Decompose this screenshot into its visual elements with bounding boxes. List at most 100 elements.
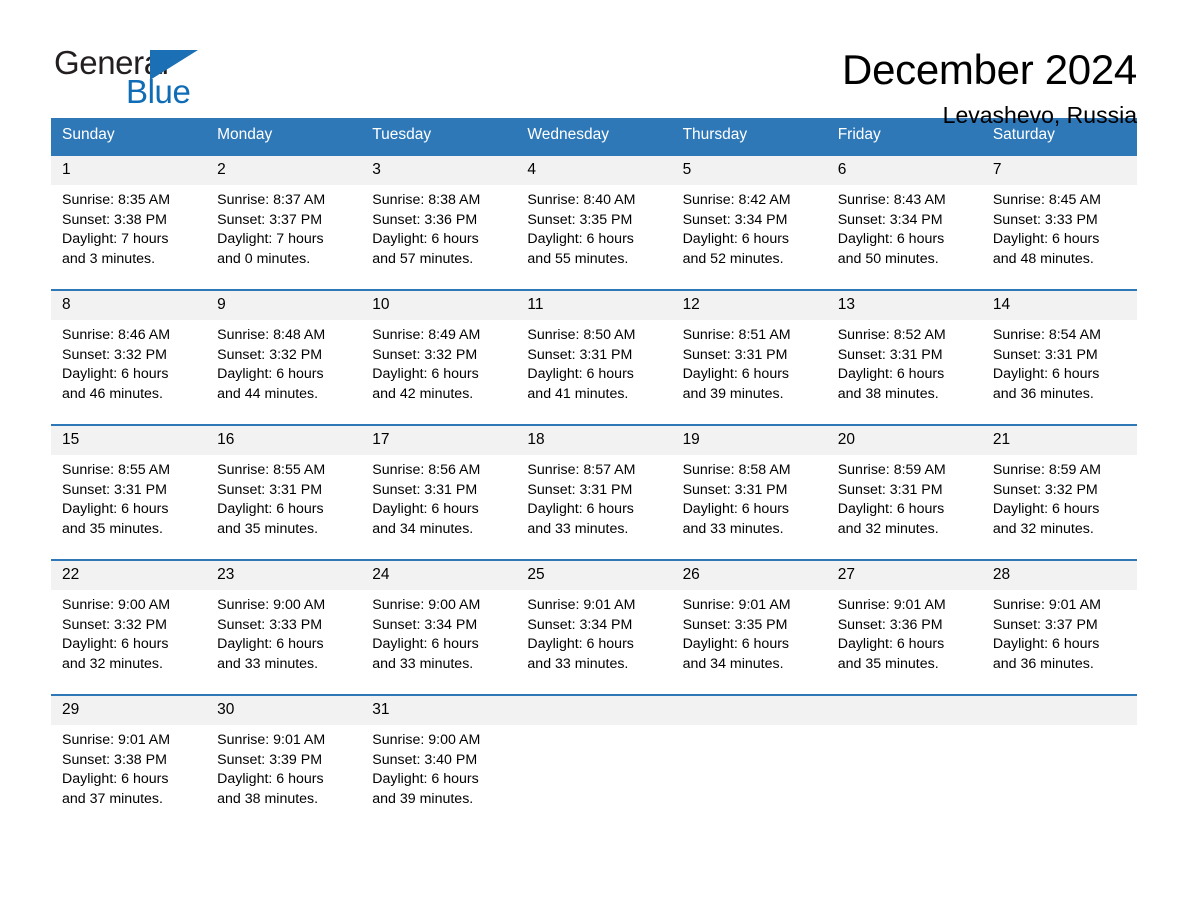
sunset-text: Sunset: 3:38 PM: [62, 751, 167, 768]
daylight-text-line1: Daylight: 6 hours: [217, 366, 324, 383]
weekday-header-tuesday: Tuesday: [372, 126, 432, 143]
weekday-header-friday: Friday: [837, 126, 881, 143]
day-cell[interactable]: 6 Sunrise: 8:43 AM Sunset: 3:34 PM Dayli…: [826, 155, 982, 289]
sunrise-text: Sunrise: 8:59 AM: [992, 461, 1101, 478]
sunrise-text: Sunrise: 8:51 AM: [682, 326, 791, 343]
daylight-text-line1: Daylight: 6 hours: [682, 366, 790, 383]
day-number: 14: [981, 290, 1137, 320]
daylight-text-line2: and 38 minutes.: [217, 791, 319, 808]
sunrise-text: Sunrise: 9:01 AM: [682, 596, 791, 613]
sunrise-text: Sunrise: 8:54 AM: [992, 326, 1101, 343]
day-cell[interactable]: 18 Sunrise: 8:57 AM Sunset: 3:31 PM Dayl…: [516, 425, 672, 559]
day-info: Sunrise: 8:54 AM Sunset: 3:31 PM Dayligh…: [982, 320, 1137, 406]
daylight-text-line1: Daylight: 6 hours: [372, 501, 479, 518]
day-info: Sunrise: 8:48 AM Sunset: 3:32 PM Dayligh…: [206, 320, 361, 406]
day-cell[interactable]: 24 Sunrise: 9:00 AM Sunset: 3:34 PM Dayl…: [361, 560, 517, 694]
sunrise-text: Sunrise: 8:55 AM: [217, 461, 326, 478]
day-cell[interactable]: 1 Sunrise: 8:35 AM Sunset: 3:38 PM Dayli…: [51, 155, 207, 289]
daylight-text-line2: and 33 minutes.: [527, 521, 629, 538]
sunset-text: Sunset: 3:37 PM: [992, 616, 1098, 633]
day-info: Sunrise: 8:58 AM Sunset: 3:31 PM Dayligh…: [672, 455, 827, 541]
sunset-text: Sunset: 3:31 PM: [682, 346, 788, 363]
daylight-text-line2: and 35 minutes.: [62, 521, 163, 538]
day-info: Sunrise: 8:45 AM Sunset: 3:33 PM Dayligh…: [982, 185, 1137, 271]
day-cell[interactable]: 15 Sunrise: 8:55 AM Sunset: 3:31 PM Dayl…: [51, 425, 207, 559]
day-number: 4: [516, 155, 672, 185]
daylight-text-line2: and 44 minutes.: [217, 386, 319, 403]
day-cell[interactable]: 7 Sunrise: 8:45 AM Sunset: 3:33 PM Dayli…: [981, 155, 1137, 289]
day-cell[interactable]: 2 Sunrise: 8:37 AM Sunset: 3:37 PM Dayli…: [206, 155, 362, 289]
daylight-text-line2: and 57 minutes.: [372, 251, 474, 268]
sunrise-text: Sunrise: 9:00 AM: [62, 596, 171, 613]
daylight-text-line1: Daylight: 6 hours: [992, 366, 1100, 383]
daylight-text-line2: and 42 minutes.: [372, 386, 474, 403]
daylight-text-line2: and 33 minutes.: [372, 656, 474, 673]
day-cell[interactable]: 23 Sunrise: 9:00 AM Sunset: 3:33 PM Dayl…: [206, 560, 362, 694]
daylight-text-line1: Daylight: 6 hours: [62, 501, 169, 518]
week-row: 22 Sunrise: 9:00 AM Sunset: 3:32 PM Dayl…: [51, 558, 1137, 694]
title-block: December 2024 Levashevo, Russia: [842, 46, 1137, 128]
day-cell[interactable]: 11 Sunrise: 8:50 AM Sunset: 3:31 PM Dayl…: [516, 290, 672, 424]
day-cell[interactable]: 13 Sunrise: 8:52 AM Sunset: 3:31 PM Dayl…: [826, 290, 982, 424]
sunset-text: Sunset: 3:31 PM: [372, 481, 478, 498]
day-cell[interactable]: 29 Sunrise: 9:01 AM Sunset: 3:38 PM Dayl…: [51, 695, 207, 811]
day-number: 23: [206, 560, 362, 590]
day-cell[interactable]: 30 Sunrise: 9:01 AM Sunset: 3:39 PM Dayl…: [206, 695, 362, 811]
daylight-text-line2: and 33 minutes.: [527, 656, 629, 673]
weekday-header-thursday: Thursday: [682, 126, 748, 143]
sunset-text: Sunset: 3:32 PM: [992, 481, 1098, 498]
day-cell[interactable]: 3 Sunrise: 8:38 AM Sunset: 3:36 PM Dayli…: [361, 155, 517, 289]
day-cell[interactable]: 20 Sunrise: 8:59 AM Sunset: 3:31 PM Dayl…: [826, 425, 982, 559]
sunset-text: Sunset: 3:31 PM: [217, 481, 323, 498]
daylight-text-line2: and 34 minutes.: [372, 521, 474, 538]
sunset-text: Sunset: 3:36 PM: [372, 211, 478, 228]
day-info: Sunrise: 8:55 AM Sunset: 3:31 PM Dayligh…: [206, 455, 361, 541]
day-cell[interactable]: 31 Sunrise: 9:00 AM Sunset: 3:40 PM Dayl…: [361, 695, 517, 811]
sunrise-text: Sunrise: 8:52 AM: [837, 326, 946, 343]
day-number: [516, 695, 672, 725]
day-cell[interactable]: 16 Sunrise: 8:55 AM Sunset: 3:31 PM Dayl…: [206, 425, 362, 559]
daylight-text-line1: Daylight: 6 hours: [682, 231, 790, 248]
day-cell[interactable]: 17 Sunrise: 8:56 AM Sunset: 3:31 PM Dayl…: [361, 425, 517, 559]
day-cell[interactable]: 26 Sunrise: 9:01 AM Sunset: 3:35 PM Dayl…: [671, 560, 827, 694]
sunset-text: Sunset: 3:34 PM: [372, 616, 478, 633]
daylight-text-line1: Daylight: 6 hours: [527, 501, 634, 518]
day-number: 21: [981, 425, 1137, 455]
day-cell[interactable]: 28 Sunrise: 9:01 AM Sunset: 3:37 PM Dayl…: [981, 560, 1137, 694]
daylight-text-line1: Daylight: 6 hours: [217, 771, 324, 788]
sunset-text: Sunset: 3:32 PM: [217, 346, 323, 363]
day-cell[interactable]: 9 Sunrise: 8:48 AM Sunset: 3:32 PM Dayli…: [206, 290, 362, 424]
day-number: 5: [671, 155, 827, 185]
daylight-text-line1: Daylight: 6 hours: [62, 366, 169, 383]
day-info: Sunrise: 9:01 AM Sunset: 3:38 PM Dayligh…: [51, 725, 206, 811]
sunrise-text: Sunrise: 8:40 AM: [527, 191, 636, 208]
sunrise-text: Sunrise: 8:49 AM: [372, 326, 481, 343]
day-info: Sunrise: 8:40 AM Sunset: 3:35 PM Dayligh…: [516, 185, 671, 271]
day-cell[interactable]: 19 Sunrise: 8:58 AM Sunset: 3:31 PM Dayl…: [671, 425, 827, 559]
sunrise-text: Sunrise: 8:58 AM: [682, 461, 791, 478]
sunrise-text: Sunrise: 8:55 AM: [62, 461, 171, 478]
day-cell[interactable]: 27 Sunrise: 9:01 AM Sunset: 3:36 PM Dayl…: [826, 560, 982, 694]
day-number: 7: [981, 155, 1137, 185]
day-number: 19: [671, 425, 827, 455]
daylight-text-line1: Daylight: 6 hours: [372, 771, 479, 788]
day-cell[interactable]: 8 Sunrise: 8:46 AM Sunset: 3:32 PM Dayli…: [51, 290, 207, 424]
day-cell[interactable]: 10 Sunrise: 8:49 AM Sunset: 3:32 PM Dayl…: [361, 290, 517, 424]
day-cell[interactable]: 4 Sunrise: 8:40 AM Sunset: 3:35 PM Dayli…: [516, 155, 672, 289]
daylight-text-line1: Daylight: 6 hours: [992, 501, 1100, 518]
day-cell[interactable]: 22 Sunrise: 9:00 AM Sunset: 3:32 PM Dayl…: [51, 560, 207, 694]
day-info: Sunrise: 8:59 AM Sunset: 3:32 PM Dayligh…: [982, 455, 1137, 541]
day-cell[interactable]: 5 Sunrise: 8:42 AM Sunset: 3:34 PM Dayli…: [671, 155, 827, 289]
day-number: 30: [206, 695, 362, 725]
day-number: 8: [51, 290, 207, 320]
day-info: Sunrise: 8:56 AM Sunset: 3:31 PM Dayligh…: [361, 455, 516, 541]
calendar-grid: Sunday Monday Tuesday Wednesday Thursday…: [51, 118, 1137, 811]
day-cell[interactable]: 21 Sunrise: 8:59 AM Sunset: 3:32 PM Dayl…: [981, 425, 1137, 559]
day-cell[interactable]: 12 Sunrise: 8:51 AM Sunset: 3:31 PM Dayl…: [671, 290, 827, 424]
day-cell[interactable]: 25 Sunrise: 9:01 AM Sunset: 3:34 PM Dayl…: [516, 560, 672, 694]
day-cell[interactable]: 14 Sunrise: 8:54 AM Sunset: 3:31 PM Dayl…: [981, 290, 1137, 424]
day-number: 29: [51, 695, 207, 725]
day-info: Sunrise: 8:37 AM Sunset: 3:37 PM Dayligh…: [206, 185, 361, 271]
day-info: Sunrise: 9:00 AM Sunset: 3:40 PM Dayligh…: [361, 725, 516, 811]
day-cell-empty: [981, 695, 1137, 811]
